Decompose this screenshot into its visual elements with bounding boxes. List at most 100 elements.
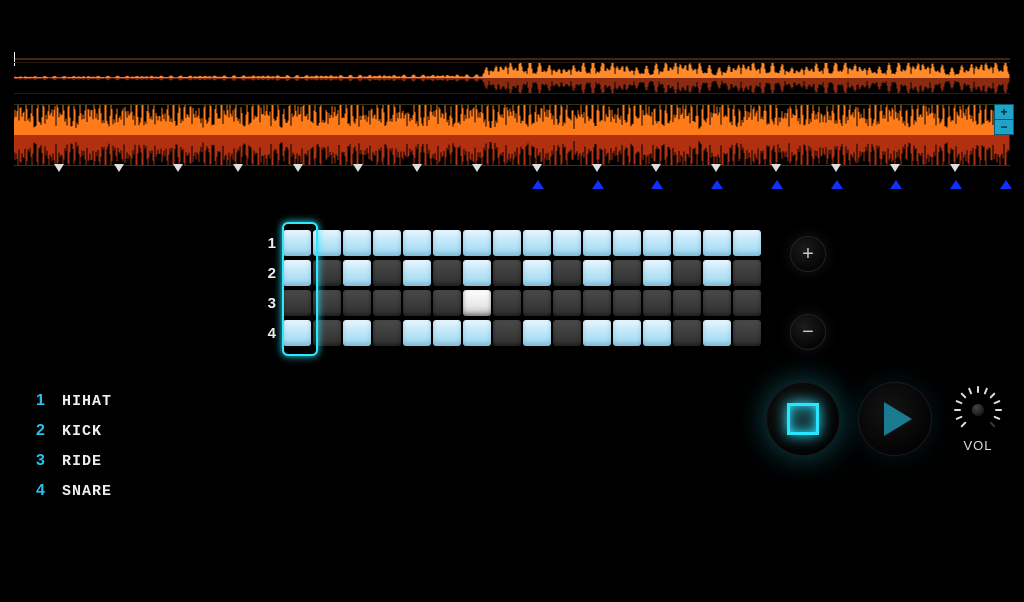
beat-marker-down-icon bbox=[651, 164, 661, 172]
step-cell[interactable] bbox=[313, 260, 341, 286]
overview-waveform[interactable] bbox=[14, 62, 1010, 94]
beat-marker-up-icon bbox=[890, 180, 902, 189]
step-cell[interactable] bbox=[523, 260, 551, 286]
step-cell[interactable] bbox=[703, 320, 731, 346]
add-row-button[interactable]: + bbox=[790, 236, 826, 272]
beat-marker-down-icon bbox=[233, 164, 243, 172]
step-cell[interactable] bbox=[463, 320, 491, 346]
step-cell[interactable] bbox=[433, 260, 461, 286]
beat-marker-down-icon bbox=[293, 164, 303, 172]
zoom-out-button[interactable]: − bbox=[994, 120, 1014, 135]
main-waveform[interactable] bbox=[14, 104, 1010, 166]
step-cell[interactable] bbox=[403, 320, 431, 346]
step-cell[interactable] bbox=[613, 320, 641, 346]
beat-marker-up-icon bbox=[711, 180, 723, 189]
step-cell[interactable] bbox=[283, 230, 311, 256]
step-cell[interactable] bbox=[343, 230, 371, 256]
step-cell[interactable] bbox=[463, 290, 491, 316]
step-cell[interactable] bbox=[613, 290, 641, 316]
step-cell[interactable] bbox=[523, 230, 551, 256]
step-cell[interactable] bbox=[643, 230, 671, 256]
beat-marker-down-icon bbox=[771, 164, 781, 172]
step-cell[interactable] bbox=[733, 290, 761, 316]
plus-icon: + bbox=[802, 244, 814, 264]
legend-row: 3RIDE bbox=[36, 446, 112, 476]
step-cell[interactable] bbox=[433, 290, 461, 316]
step-cell[interactable] bbox=[373, 260, 401, 286]
waveform-panel: + − bbox=[14, 58, 1010, 192]
legend-number: 4 bbox=[36, 482, 62, 500]
volume-knob[interactable] bbox=[954, 386, 1002, 434]
step-cell[interactable] bbox=[403, 260, 431, 286]
beat-marker-down-icon bbox=[711, 164, 721, 172]
remove-row-button[interactable]: − bbox=[790, 314, 826, 350]
play-icon bbox=[884, 402, 912, 436]
zoom-in-button[interactable]: + bbox=[994, 104, 1014, 120]
step-cell[interactable] bbox=[433, 230, 461, 256]
step-cell[interactable] bbox=[283, 290, 311, 316]
step-cell[interactable] bbox=[343, 320, 371, 346]
step-cell[interactable] bbox=[613, 230, 641, 256]
legend-name: HIHAT bbox=[62, 393, 112, 410]
step-cell[interactable] bbox=[493, 230, 521, 256]
step-cell[interactable] bbox=[463, 260, 491, 286]
step-cell[interactable] bbox=[373, 290, 401, 316]
step-cell[interactable] bbox=[613, 260, 641, 286]
step-cell[interactable] bbox=[583, 320, 611, 346]
step-cell[interactable] bbox=[373, 320, 401, 346]
beat-marker-up-icon bbox=[771, 180, 783, 189]
step-cell[interactable] bbox=[583, 260, 611, 286]
step-cell[interactable] bbox=[313, 320, 341, 346]
step-cell[interactable] bbox=[553, 260, 581, 286]
step-cell[interactable] bbox=[583, 290, 611, 316]
step-cell[interactable] bbox=[673, 260, 701, 286]
volume-tick bbox=[968, 387, 973, 394]
step-cell[interactable] bbox=[493, 260, 521, 286]
step-cell[interactable] bbox=[313, 230, 341, 256]
legend-number: 3 bbox=[36, 452, 62, 470]
legend-number: 1 bbox=[36, 392, 62, 410]
step-cell[interactable] bbox=[583, 230, 611, 256]
beat-marker-down-icon bbox=[950, 164, 960, 172]
volume-tick bbox=[977, 386, 979, 393]
beat-marker-down-icon bbox=[890, 164, 900, 172]
step-cell[interactable] bbox=[283, 260, 311, 286]
step-cell[interactable] bbox=[313, 290, 341, 316]
step-cell[interactable] bbox=[673, 320, 701, 346]
step-cell[interactable] bbox=[733, 320, 761, 346]
step-cell[interactable] bbox=[523, 290, 551, 316]
seq-row: 4 bbox=[262, 318, 762, 348]
step-cell[interactable] bbox=[703, 260, 731, 286]
beat-marker-up-icon bbox=[532, 180, 544, 189]
step-cell[interactable] bbox=[733, 230, 761, 256]
step-cell[interactable] bbox=[463, 230, 491, 256]
step-cell[interactable] bbox=[643, 320, 671, 346]
step-cell[interactable] bbox=[343, 260, 371, 286]
beat-marker-down-icon bbox=[412, 164, 422, 172]
step-cell[interactable] bbox=[433, 320, 461, 346]
beat-marker-down-icon bbox=[353, 164, 363, 172]
step-cell[interactable] bbox=[553, 290, 581, 316]
step-cell[interactable] bbox=[403, 230, 431, 256]
step-cell[interactable] bbox=[493, 320, 521, 346]
volume-tick bbox=[955, 399, 962, 404]
step-cell[interactable] bbox=[373, 230, 401, 256]
knob-cap bbox=[972, 404, 984, 416]
step-cell[interactable] bbox=[643, 290, 671, 316]
step-cell[interactable] bbox=[553, 230, 581, 256]
step-cell[interactable] bbox=[673, 290, 701, 316]
step-cell[interactable] bbox=[343, 290, 371, 316]
step-cell[interactable] bbox=[673, 230, 701, 256]
step-cell[interactable] bbox=[643, 260, 671, 286]
step-cell[interactable] bbox=[493, 290, 521, 316]
step-cell[interactable] bbox=[283, 320, 311, 346]
step-cell[interactable] bbox=[403, 290, 431, 316]
beat-marker-up-icon bbox=[592, 180, 604, 189]
stop-button[interactable] bbox=[766, 382, 840, 456]
step-cell[interactable] bbox=[703, 290, 731, 316]
play-button[interactable] bbox=[858, 382, 932, 456]
step-cell[interactable] bbox=[553, 320, 581, 346]
step-cell[interactable] bbox=[703, 230, 731, 256]
step-cell[interactable] bbox=[733, 260, 761, 286]
step-cell[interactable] bbox=[523, 320, 551, 346]
